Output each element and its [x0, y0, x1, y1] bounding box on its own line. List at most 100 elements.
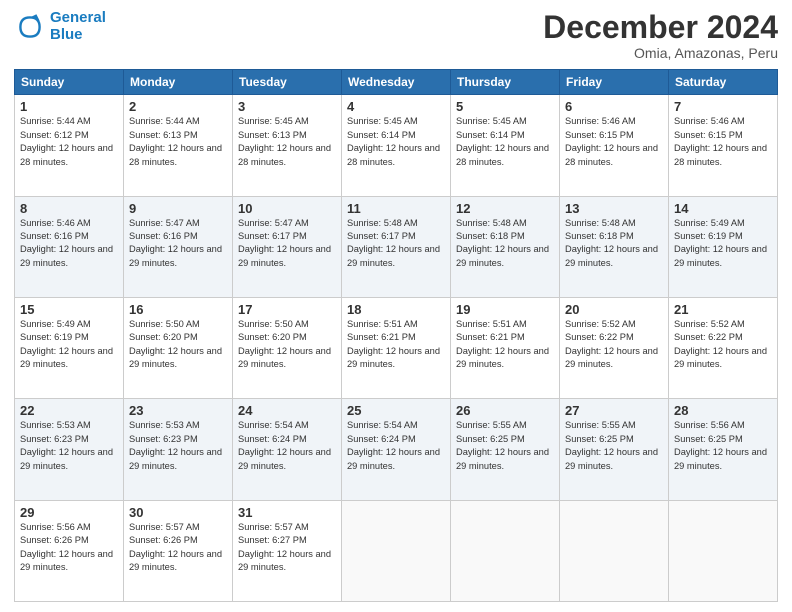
day-number: 7: [674, 99, 772, 114]
day-number: 14: [674, 201, 772, 216]
calendar-header-row: Sunday Monday Tuesday Wednesday Thursday…: [15, 70, 778, 95]
col-monday: Monday: [124, 70, 233, 95]
day-number: 31: [238, 505, 336, 520]
day-number: 20: [565, 302, 663, 317]
table-cell: 27Sunrise: 5:55 AMSunset: 6:25 PMDayligh…: [560, 399, 669, 500]
day-number: 30: [129, 505, 227, 520]
logo-line2: Blue: [50, 27, 106, 44]
table-cell: 29Sunrise: 5:56 AMSunset: 6:26 PMDayligh…: [15, 500, 124, 601]
day-number: 12: [456, 201, 554, 216]
table-cell: 6Sunrise: 5:46 AMSunset: 6:15 PMDaylight…: [560, 95, 669, 196]
table-cell: 10Sunrise: 5:47 AMSunset: 6:17 PMDayligh…: [233, 196, 342, 297]
calendar-week-5: 29Sunrise: 5:56 AMSunset: 6:26 PMDayligh…: [15, 500, 778, 601]
day-info: Sunrise: 5:56 AMSunset: 6:25 PMDaylight:…: [674, 419, 772, 473]
table-cell: 12Sunrise: 5:48 AMSunset: 6:18 PMDayligh…: [451, 196, 560, 297]
table-cell: [669, 500, 778, 601]
day-info: Sunrise: 5:50 AMSunset: 6:20 PMDaylight:…: [129, 318, 227, 372]
table-cell: 11Sunrise: 5:48 AMSunset: 6:17 PMDayligh…: [342, 196, 451, 297]
table-cell: 2Sunrise: 5:44 AMSunset: 6:13 PMDaylight…: [124, 95, 233, 196]
day-info: Sunrise: 5:53 AMSunset: 6:23 PMDaylight:…: [129, 419, 227, 473]
day-number: 3: [238, 99, 336, 114]
day-number: 5: [456, 99, 554, 114]
day-number: 28: [674, 403, 772, 418]
table-cell: 4Sunrise: 5:45 AMSunset: 6:14 PMDaylight…: [342, 95, 451, 196]
day-number: 22: [20, 403, 118, 418]
table-cell: 16Sunrise: 5:50 AMSunset: 6:20 PMDayligh…: [124, 297, 233, 398]
table-cell: 26Sunrise: 5:55 AMSunset: 6:25 PMDayligh…: [451, 399, 560, 500]
day-number: 24: [238, 403, 336, 418]
logo-icon: [14, 11, 46, 43]
table-cell: 1Sunrise: 5:44 AMSunset: 6:12 PMDaylight…: [15, 95, 124, 196]
day-info: Sunrise: 5:48 AMSunset: 6:17 PMDaylight:…: [347, 217, 445, 271]
table-cell: 9Sunrise: 5:47 AMSunset: 6:16 PMDaylight…: [124, 196, 233, 297]
day-info: Sunrise: 5:51 AMSunset: 6:21 PMDaylight:…: [347, 318, 445, 372]
day-number: 16: [129, 302, 227, 317]
calendar-week-1: 1Sunrise: 5:44 AMSunset: 6:12 PMDaylight…: [15, 95, 778, 196]
table-cell: 3Sunrise: 5:45 AMSunset: 6:13 PMDaylight…: [233, 95, 342, 196]
day-number: 25: [347, 403, 445, 418]
day-info: Sunrise: 5:54 AMSunset: 6:24 PMDaylight:…: [238, 419, 336, 473]
day-info: Sunrise: 5:46 AMSunset: 6:16 PMDaylight:…: [20, 217, 118, 271]
day-number: 29: [20, 505, 118, 520]
logo-line1: General: [50, 9, 106, 26]
col-saturday: Saturday: [669, 70, 778, 95]
table-cell: 13Sunrise: 5:48 AMSunset: 6:18 PMDayligh…: [560, 196, 669, 297]
day-info: Sunrise: 5:54 AMSunset: 6:24 PMDaylight:…: [347, 419, 445, 473]
page: General Blue December 2024 Omia, Amazona…: [0, 0, 792, 612]
day-info: Sunrise: 5:52 AMSunset: 6:22 PMDaylight:…: [674, 318, 772, 372]
col-friday: Friday: [560, 70, 669, 95]
day-info: Sunrise: 5:46 AMSunset: 6:15 PMDaylight:…: [674, 115, 772, 169]
table-cell: 25Sunrise: 5:54 AMSunset: 6:24 PMDayligh…: [342, 399, 451, 500]
day-info: Sunrise: 5:51 AMSunset: 6:21 PMDaylight:…: [456, 318, 554, 372]
day-info: Sunrise: 5:44 AMSunset: 6:13 PMDaylight:…: [129, 115, 227, 169]
day-info: Sunrise: 5:45 AMSunset: 6:14 PMDaylight:…: [347, 115, 445, 169]
day-info: Sunrise: 5:55 AMSunset: 6:25 PMDaylight:…: [456, 419, 554, 473]
table-cell: 5Sunrise: 5:45 AMSunset: 6:14 PMDaylight…: [451, 95, 560, 196]
calendar-week-3: 15Sunrise: 5:49 AMSunset: 6:19 PMDayligh…: [15, 297, 778, 398]
table-cell: 20Sunrise: 5:52 AMSunset: 6:22 PMDayligh…: [560, 297, 669, 398]
day-info: Sunrise: 5:46 AMSunset: 6:15 PMDaylight:…: [565, 115, 663, 169]
day-info: Sunrise: 5:45 AMSunset: 6:14 PMDaylight:…: [456, 115, 554, 169]
table-cell: [451, 500, 560, 601]
main-title: December 2024: [543, 10, 778, 45]
table-cell: [560, 500, 669, 601]
day-number: 9: [129, 201, 227, 216]
day-number: 2: [129, 99, 227, 114]
day-info: Sunrise: 5:44 AMSunset: 6:12 PMDaylight:…: [20, 115, 118, 169]
day-number: 21: [674, 302, 772, 317]
day-number: 11: [347, 201, 445, 216]
day-number: 23: [129, 403, 227, 418]
table-cell: 14Sunrise: 5:49 AMSunset: 6:19 PMDayligh…: [669, 196, 778, 297]
table-cell: 21Sunrise: 5:52 AMSunset: 6:22 PMDayligh…: [669, 297, 778, 398]
title-block: December 2024 Omia, Amazonas, Peru: [543, 10, 778, 61]
day-info: Sunrise: 5:50 AMSunset: 6:20 PMDaylight:…: [238, 318, 336, 372]
table-cell: 19Sunrise: 5:51 AMSunset: 6:21 PMDayligh…: [451, 297, 560, 398]
table-cell: 15Sunrise: 5:49 AMSunset: 6:19 PMDayligh…: [15, 297, 124, 398]
table-cell: 28Sunrise: 5:56 AMSunset: 6:25 PMDayligh…: [669, 399, 778, 500]
day-info: Sunrise: 5:52 AMSunset: 6:22 PMDaylight:…: [565, 318, 663, 372]
calendar-week-2: 8Sunrise: 5:46 AMSunset: 6:16 PMDaylight…: [15, 196, 778, 297]
day-info: Sunrise: 5:48 AMSunset: 6:18 PMDaylight:…: [565, 217, 663, 271]
day-number: 17: [238, 302, 336, 317]
table-cell: 18Sunrise: 5:51 AMSunset: 6:21 PMDayligh…: [342, 297, 451, 398]
day-number: 19: [456, 302, 554, 317]
col-thursday: Thursday: [451, 70, 560, 95]
col-tuesday: Tuesday: [233, 70, 342, 95]
day-info: Sunrise: 5:47 AMSunset: 6:16 PMDaylight:…: [129, 217, 227, 271]
day-info: Sunrise: 5:57 AMSunset: 6:27 PMDaylight:…: [238, 521, 336, 575]
day-number: 15: [20, 302, 118, 317]
col-sunday: Sunday: [15, 70, 124, 95]
header: General Blue December 2024 Omia, Amazona…: [14, 10, 778, 61]
logo-text: General Blue: [50, 10, 106, 43]
day-info: Sunrise: 5:53 AMSunset: 6:23 PMDaylight:…: [20, 419, 118, 473]
table-cell: 31Sunrise: 5:57 AMSunset: 6:27 PMDayligh…: [233, 500, 342, 601]
table-cell: 17Sunrise: 5:50 AMSunset: 6:20 PMDayligh…: [233, 297, 342, 398]
day-info: Sunrise: 5:48 AMSunset: 6:18 PMDaylight:…: [456, 217, 554, 271]
table-cell: 8Sunrise: 5:46 AMSunset: 6:16 PMDaylight…: [15, 196, 124, 297]
col-wednesday: Wednesday: [342, 70, 451, 95]
table-cell: 7Sunrise: 5:46 AMSunset: 6:15 PMDaylight…: [669, 95, 778, 196]
day-number: 1: [20, 99, 118, 114]
day-number: 6: [565, 99, 663, 114]
day-number: 8: [20, 201, 118, 216]
day-number: 13: [565, 201, 663, 216]
